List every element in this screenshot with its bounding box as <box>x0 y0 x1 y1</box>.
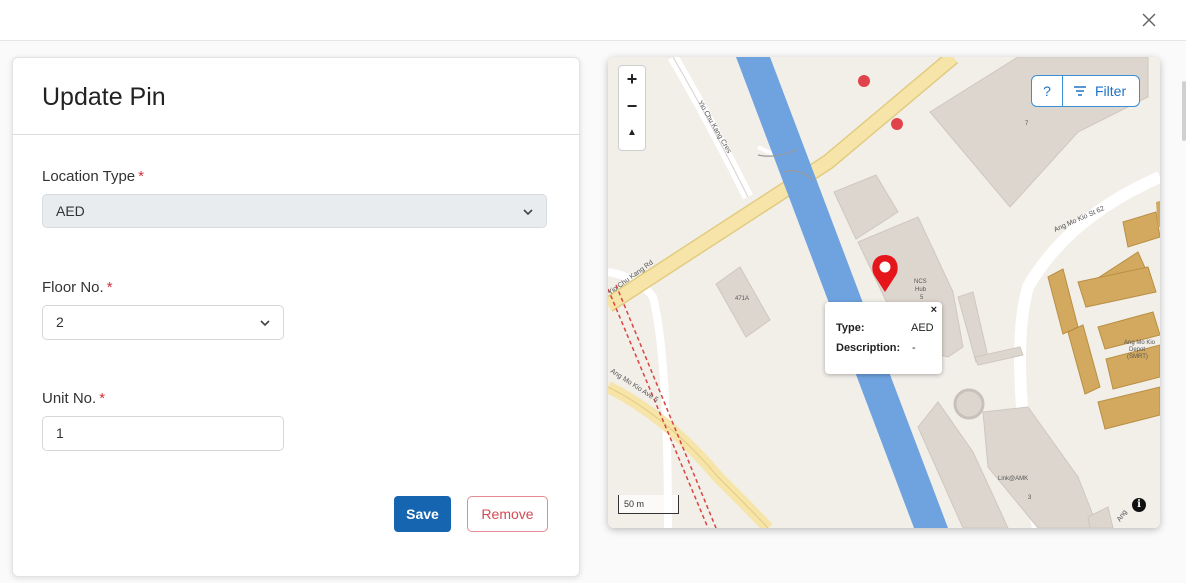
modal-body: Update Pin Location Type * AED Floor No. *… <box>0 41 1186 583</box>
scrollbar[interactable] <box>1182 81 1186 141</box>
floor-no-label: Floor No. * <box>42 279 113 296</box>
unit-no-value: 1 <box>56 425 64 441</box>
pin-popup: × Type: AED Description: - <box>825 302 942 374</box>
location-type-select[interactable]: AED <box>42 194 547 228</box>
info-icon[interactable]: i <box>1132 498 1146 512</box>
zoom-controls: + − ▲ <box>618 65 646 151</box>
close-icon[interactable] <box>1138 9 1160 31</box>
unit-no-label: Unit No. * <box>42 390 106 407</box>
filter-label: Filter <box>1095 83 1127 99</box>
popup-close-icon[interactable]: × <box>931 304 937 316</box>
popup-description-key: Description: <box>836 342 901 354</box>
filter-button[interactable]: Filter <box>1063 76 1139 106</box>
map-canvas: Yio Chu Kang Cres Yio Chu Kang Rd Ang Mo… <box>608 57 1160 528</box>
popup-type-value: AED <box>911 322 934 334</box>
modal-header <box>0 0 1186 41</box>
zoom-out-button[interactable]: − <box>619 93 645 119</box>
chevron-down-icon <box>523 209 533 216</box>
save-button[interactable]: Save <box>394 496 451 532</box>
zoom-in-button[interactable]: + <box>619 66 645 92</box>
unit-no-input[interactable]: 1 <box>42 416 284 451</box>
place-label-depot-1: Ang Mo Kio <box>1124 340 1156 346</box>
place-label-471a: 471A <box>735 296 749 302</box>
place-label-link-amk: Link@AMK <box>998 476 1028 482</box>
update-pin-card: Update Pin Location Type * AED Floor No. *… <box>12 57 580 577</box>
popup-type-key: Type: <box>836 322 865 334</box>
place-label-ncs: NCS <box>914 279 927 285</box>
location-type-value: AED <box>56 203 85 219</box>
reset-bearing-button[interactable]: ▲ <box>619 120 645 146</box>
map-toolbar: ? Filter <box>1031 75 1140 107</box>
required-mark: * <box>106 279 113 296</box>
scale-label: 50 m <box>624 499 645 509</box>
floor-no-value: 2 <box>56 314 64 330</box>
popup-description-value: - <box>912 342 916 354</box>
card-header: Update Pin <box>13 58 579 135</box>
place-label-hub: Hub <box>915 287 927 293</box>
place-label-depot-3: (SMRT) <box>1127 354 1148 360</box>
place-label-depot-2: Depot <box>1129 347 1145 353</box>
filter-icon <box>1074 86 1086 96</box>
remove-button[interactable]: Remove <box>467 496 548 532</box>
map-view[interactable]: Yio Chu Kang Cres Yio Chu Kang Rd Ang Mo… <box>608 57 1160 528</box>
location-type-label: Location Type * <box>42 168 144 185</box>
map-scale: 50 m <box>618 495 679 514</box>
required-mark: * <box>138 168 144 185</box>
page-title: Update Pin <box>42 83 166 111</box>
chevron-down-icon <box>260 320 270 327</box>
help-button[interactable]: ? <box>1032 76 1063 106</box>
floor-no-select[interactable]: 2 <box>42 305 284 340</box>
required-mark: * <box>99 390 106 407</box>
